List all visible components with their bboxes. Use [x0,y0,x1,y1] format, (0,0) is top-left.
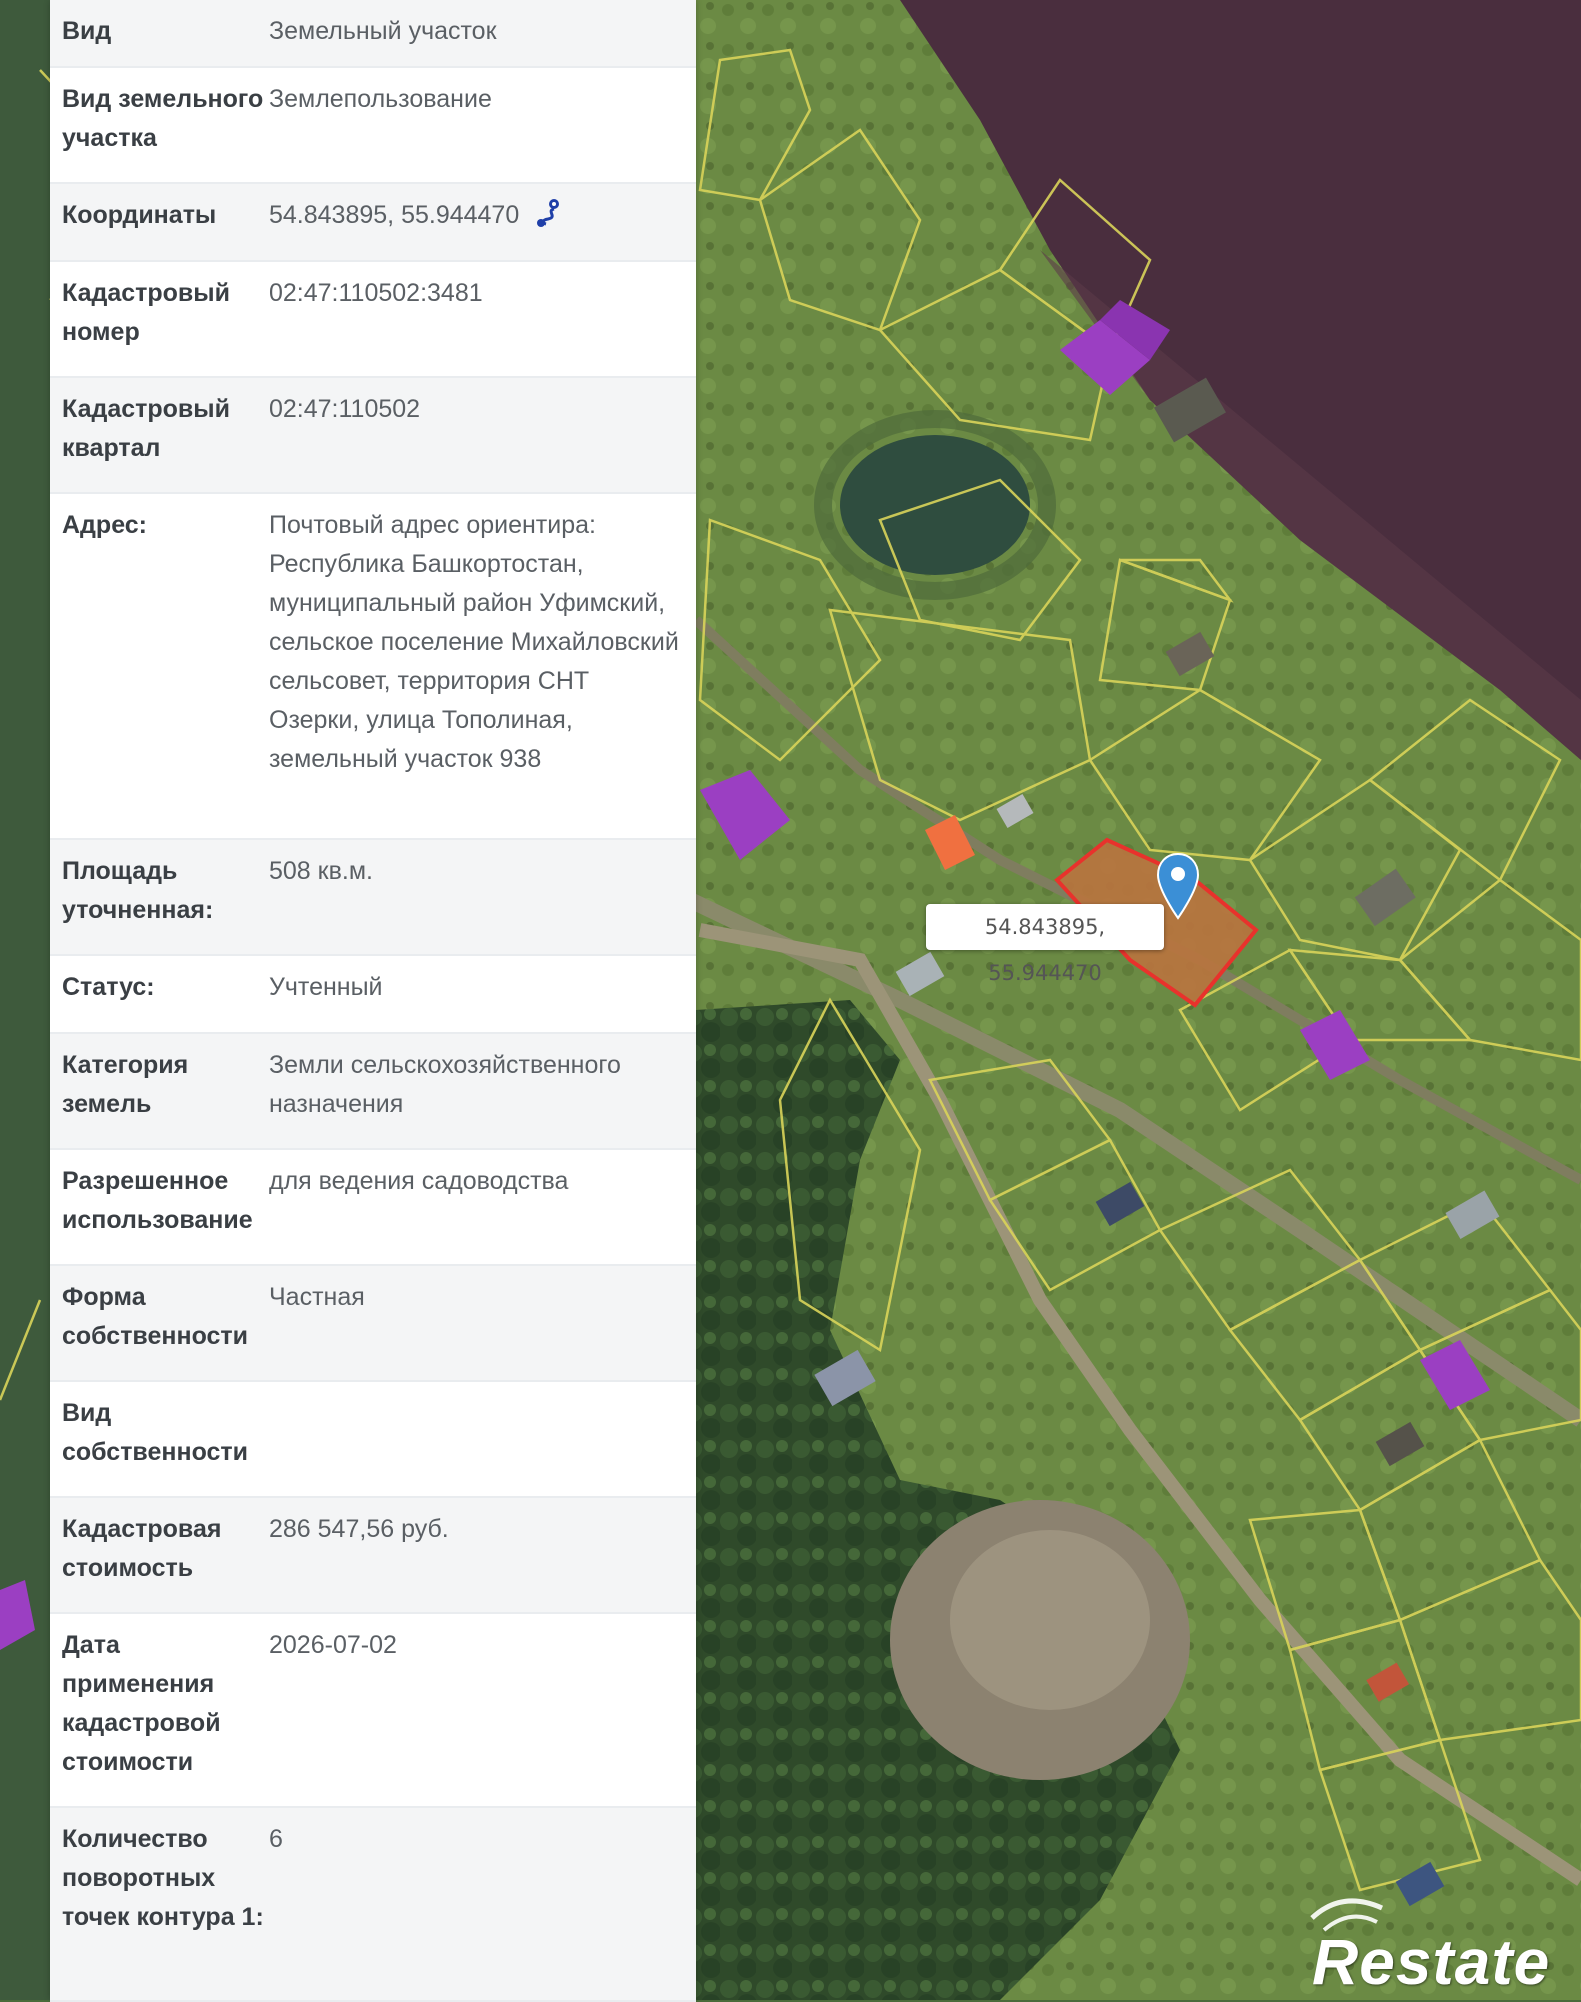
row-value: 54.843895, 55.944470 [269,201,520,229]
info-row-value-application-date: Дата применения кадастровой стоимости 20… [50,1614,696,1808]
row-value: 508 кв.м. [269,857,373,885]
info-row-contour-points: Количество поворотных точек контура 1: 6 [50,1808,696,2002]
row-label: Вид земельного участка [62,85,264,152]
row-value: 02:47:110502:3481 [269,279,483,307]
map-coordinates-popup: 54.843895, 55.944470 [926,904,1164,985]
row-label: Категория земель [62,1051,189,1118]
info-row-land-type: Вид земельного участка Землепользование [50,68,696,184]
info-row-area: Площадь уточненная: 508 кв.м. [50,840,696,956]
row-label: Вид собственности [62,1399,249,1466]
row-value: 286 547,56 руб. [269,1515,449,1543]
row-label: Разрешенное использование [62,1167,253,1234]
row-value: 02:47:110502 [269,395,421,423]
route-map-icon[interactable] [534,197,566,229]
row-value: Земельный участок [269,17,497,45]
info-row-permitted-use: Разрешенное использование для ведения са… [50,1150,696,1266]
row-label: Координаты [62,201,217,229]
row-value: Учтенный [269,973,383,1001]
row-value: Землепользование [269,85,492,113]
row-label: Дата применения кадастровой стоимости [62,1631,221,1776]
row-label: Статус: [62,973,155,1001]
row-label: Количество поворотных точек контура 1: [62,1825,264,1931]
row-label: Адрес: [62,511,147,539]
info-row-land-category: Категория земель Земли сельскохозяйствен… [50,1034,696,1150]
watermark-text: Restate [1312,1926,1551,1998]
info-row-ownership-type: Вид собственности [50,1382,696,1498]
row-value: 2026-07-02 [269,1631,397,1659]
row-value: для ведения садоводства [269,1167,569,1195]
row-value: Почтовый адрес ориентира: Республика Баш… [269,511,679,773]
info-row-coordinates: Координаты 54.843895, 55.944470 [50,184,696,262]
info-row-cadastral-number: Кадастровый номер 02:47:110502:3481 [50,262,696,378]
quarry-inner [950,1530,1150,1710]
parcel-info-panel: Вид Земельный участок Вид земельного уча… [50,0,696,2002]
row-label: Кадастровый квартал [62,395,231,462]
row-label: Кадастровый номер [62,279,231,346]
row-label: Площадь уточненная: [62,857,214,924]
info-row-cadastral-value: Кадастровая стоимость 286 547,56 руб. [50,1498,696,1614]
row-label: Кадастровая стоимость [62,1515,222,1582]
info-row-ownership-form: Форма собственности Частная [50,1266,696,1382]
info-row-cadastral-quarter: Кадастровый квартал 02:47:110502 [50,378,696,494]
left-map-strip [0,0,50,2000]
info-row-type: Вид Земельный участок [50,0,696,68]
row-value: 6 [269,1825,283,1853]
row-value: Частная [269,1283,365,1311]
row-label: Вид [62,17,112,45]
pond [840,435,1030,575]
row-value [269,1394,686,1496]
info-row-status: Статус: Учтенный [50,956,696,1034]
row-label: Форма собственности [62,1283,249,1350]
info-row-address: Адрес: Почтовый адрес ориентира: Республ… [50,494,696,840]
row-value: Земли сельскохозяйственного назначения [269,1051,621,1118]
